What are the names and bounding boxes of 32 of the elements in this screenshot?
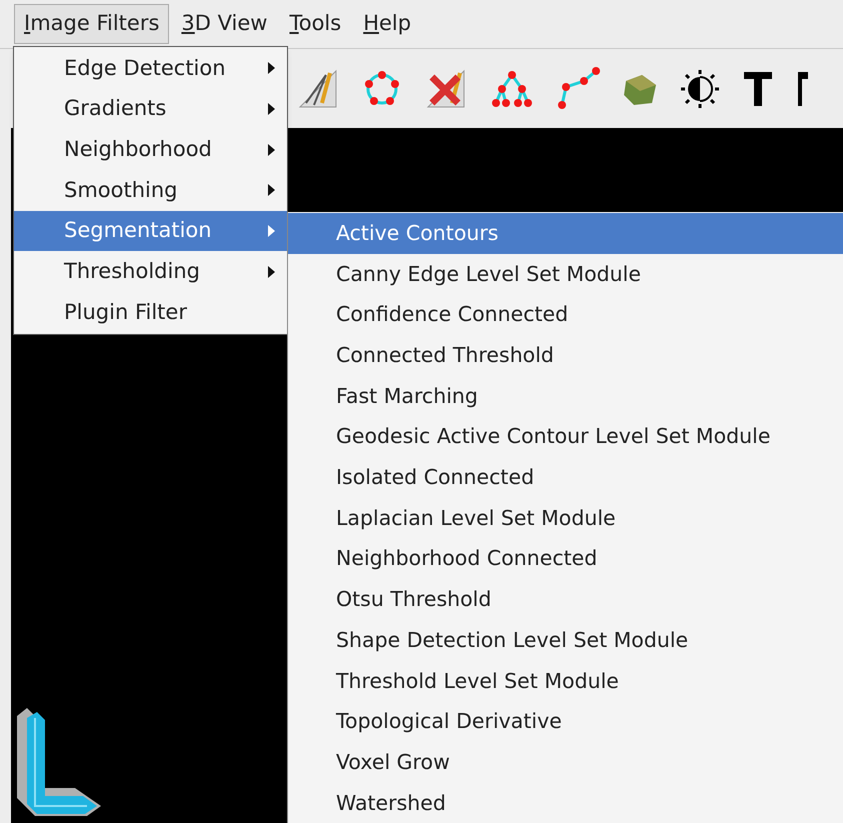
submenu-item[interactable]: Topological Derivative: [288, 701, 843, 742]
brightness-icon[interactable]: [680, 68, 720, 108]
menu-item[interactable]: Segmentation: [14, 210, 287, 252]
menu-bar-item[interactable]: 3D View: [171, 4, 278, 44]
menu-item[interactable]: Gradients: [14, 88, 287, 130]
menu-bar-item[interactable]: Image Filters: [14, 4, 170, 44]
submenu-item[interactable]: Shape Detection Level Set Module: [288, 620, 843, 661]
text-icon[interactable]: [742, 70, 774, 108]
polyline-icon[interactable]: [556, 66, 600, 110]
submenu-item[interactable]: Canny Edge Level Set Module: [288, 254, 843, 294]
menu-bar-item[interactable]: Tools: [279, 4, 352, 44]
submenu-item[interactable]: Connected Threshold: [288, 335, 843, 376]
submenu-item[interactable]: Active Contours: [288, 213, 843, 254]
submenu-item[interactable]: Fast Marching: [288, 376, 843, 416]
submenu-item[interactable]: Watershed: [288, 782, 843, 823]
logo-icon: [15, 708, 101, 816]
submenu-item[interactable]: Otsu Threshold: [288, 579, 843, 620]
menu-item[interactable]: Plugin Filter: [14, 292, 287, 333]
menu-bar-item[interactable]: Help: [353, 4, 422, 44]
menu-item[interactable]: Edge Detection: [14, 48, 287, 89]
submenu-item[interactable]: Confidence Connected: [288, 294, 843, 336]
submenu-item[interactable]: Threshold Level Set Module: [288, 660, 843, 702]
tree-icon[interactable]: [490, 68, 534, 108]
submenu-item[interactable]: Laplacian Level Set Module: [288, 498, 843, 538]
submenu-item[interactable]: Isolated Connected: [288, 457, 843, 498]
menu-item[interactable]: Smoothing: [14, 170, 287, 211]
submenu-item[interactable]: Voxel Grow: [288, 742, 843, 783]
submenu-item[interactable]: Geodesic Active Contour Level Set Module: [288, 416, 843, 458]
text-icon[interactable]: [796, 70, 808, 108]
menu-item[interactable]: Thresholding: [14, 251, 287, 292]
menu-item[interactable]: Neighborhood: [14, 129, 287, 170]
submenu-item[interactable]: Neighborhood Connected: [288, 538, 843, 580]
